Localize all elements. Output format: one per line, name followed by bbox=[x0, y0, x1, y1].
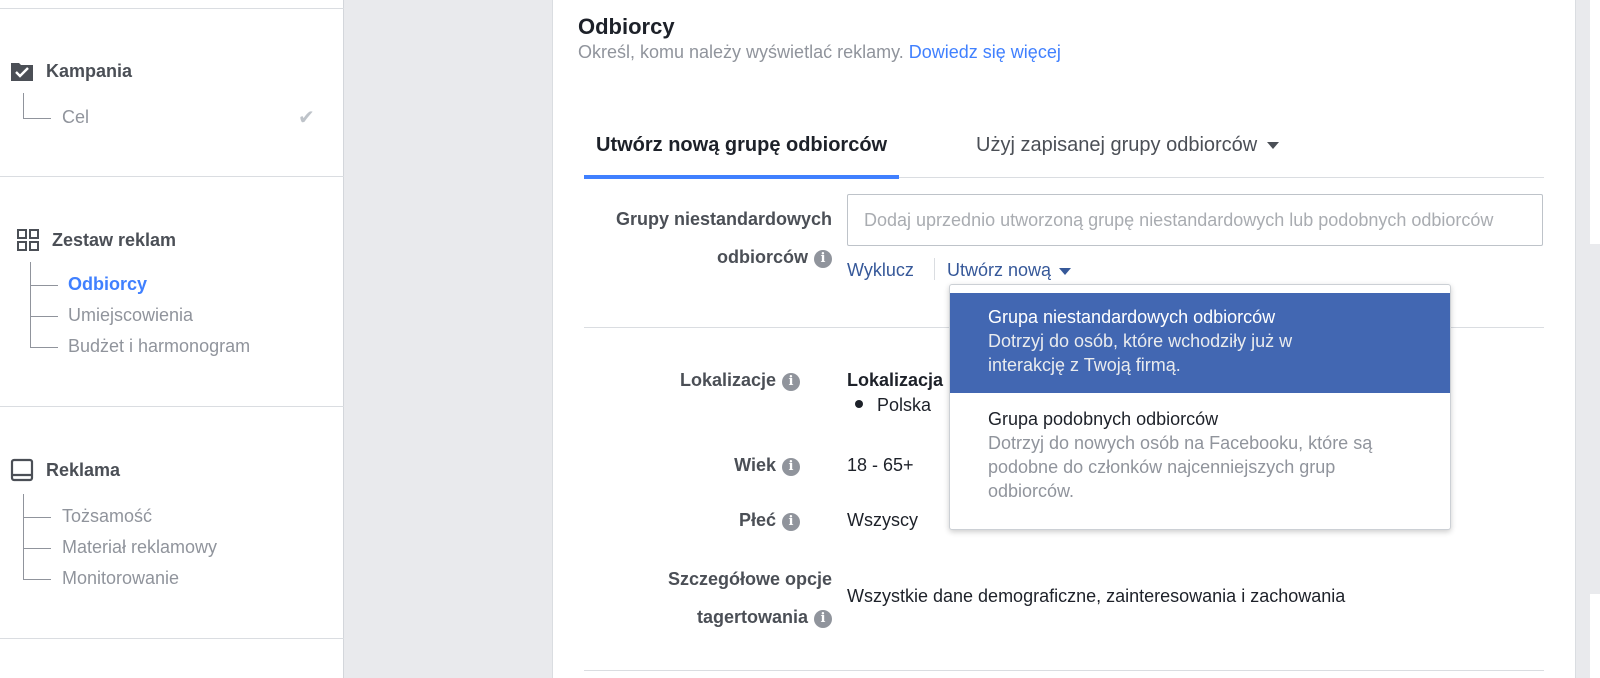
menu-item-custom-audience[interactable]: Grupa niestandardowych odbiorców Dotrzyj… bbox=[950, 293, 1450, 393]
label-line: tagertowania i bbox=[668, 598, 832, 636]
sidebar-item-odbiorcy[interactable]: Odbiorcy bbox=[68, 274, 147, 295]
caret-down-icon bbox=[1267, 142, 1280, 150]
locations-heading: Lokalizacja bbox=[847, 370, 944, 390]
section-title: Odbiorcy bbox=[578, 14, 675, 39]
tree-line bbox=[23, 93, 24, 118]
location-value: Polska bbox=[877, 395, 932, 415]
audience-tabs: Utwórz nową grupę odbiorców Użyj zapisan… bbox=[583, 130, 1544, 179]
tree-line bbox=[30, 347, 58, 348]
sidebar-section-label: Reklama bbox=[46, 459, 121, 480]
divider bbox=[0, 176, 344, 177]
sidebar-section-ad[interactable]: Reklama bbox=[10, 458, 120, 482]
sidebar-section-adset[interactable]: Zestaw reklam bbox=[16, 228, 176, 252]
tablet-icon bbox=[10, 458, 34, 482]
divider bbox=[0, 638, 344, 639]
menu-item-desc: interakcję z Twoją firmą. bbox=[988, 355, 1181, 375]
locations-label: Lokalizacje i bbox=[680, 370, 800, 391]
tree-line bbox=[23, 118, 51, 119]
sidebar-item-budzet[interactable]: Budżet i harmonogram bbox=[68, 336, 250, 357]
sidebar-item-umiejscowienia[interactable]: Umiejscowienia bbox=[68, 305, 193, 326]
tab-create-new-audience[interactable]: Utwórz nową grupę odbiorców bbox=[583, 130, 900, 179]
sidebar-section-label: Zestaw reklam bbox=[52, 229, 177, 250]
menu-item-desc: Dotrzyj do nowych osób na Facebooku, któ… bbox=[988, 433, 1373, 453]
sidebar-section-campaign[interactable]: Kampania bbox=[10, 59, 132, 83]
divider bbox=[0, 406, 344, 407]
custom-audience-search-input[interactable] bbox=[847, 194, 1543, 246]
tree-line bbox=[23, 548, 51, 549]
tree-line bbox=[23, 579, 51, 580]
location-item: Polska bbox=[855, 395, 931, 416]
info-icon[interactable]: i bbox=[814, 610, 832, 628]
create-new-menu: Grupa niestandardowych odbiorców Dotrzyj… bbox=[949, 284, 1451, 530]
menu-item-desc: odbiorców. bbox=[988, 481, 1075, 501]
grid-icon bbox=[16, 228, 40, 252]
sidebar-nav: Kampania Cel ✔ Zestaw reklam Odbiorcy Um… bbox=[0, 0, 344, 678]
detailed-targeting-value: Wszystkie dane demograficzne, zaintereso… bbox=[847, 586, 1346, 606]
tree-line bbox=[23, 517, 51, 518]
tree-line bbox=[30, 262, 31, 347]
label-text: Wiek bbox=[734, 455, 776, 475]
create-new-dropdown[interactable]: Utwórz nową bbox=[947, 260, 1072, 281]
section-subtitle: Określ, komu należy wyświetlać reklamy. … bbox=[578, 42, 1061, 63]
detailed-targeting-label: Szczegółowe opcje tagertowania i bbox=[668, 560, 832, 636]
age-label: Wiek i bbox=[734, 455, 800, 476]
tree-line bbox=[30, 285, 58, 286]
divider bbox=[0, 8, 344, 9]
menu-item-desc: Dotrzyj do osób, które wchodziły już w bbox=[988, 331, 1293, 351]
panel-edge bbox=[1590, 594, 1600, 678]
caret-down-icon bbox=[1059, 267, 1072, 275]
bullet bbox=[855, 400, 863, 408]
info-icon[interactable]: i bbox=[782, 458, 800, 476]
menu-item-desc: podobne do członków najcenniejszych grup bbox=[988, 457, 1336, 477]
learn-more-link[interactable]: Dowiedz się więcej bbox=[909, 42, 1061, 62]
label-line: odbiorców i bbox=[616, 238, 832, 276]
tab-saved-audience[interactable]: Użyj zapisanej grupy odbiorców bbox=[976, 130, 1280, 178]
tree-line bbox=[23, 494, 24, 579]
exclude-link[interactable]: Wyklucz bbox=[847, 260, 914, 281]
menu-item-lookalike-audience[interactable]: Grupa podobnych odbiorców Dotrzyj do now… bbox=[950, 393, 1450, 513]
sidebar-section-label: Kampania bbox=[46, 60, 133, 81]
sidebar-item-monitorowanie[interactable]: Monitorowanie bbox=[62, 568, 179, 589]
label-text: Lokalizacje bbox=[679, 370, 776, 390]
divider bbox=[934, 258, 935, 280]
folder-check-icon bbox=[10, 59, 34, 83]
info-icon[interactable]: i bbox=[814, 250, 832, 268]
custom-audiences-label: Grupy niestandardowych odbiorców i bbox=[616, 200, 832, 276]
check-icon: ✔ bbox=[298, 107, 315, 129]
sidebar-item-material[interactable]: Materiał reklamowy bbox=[62, 537, 217, 558]
tab-label: Użyj zapisanej grupy odbiorców bbox=[976, 134, 1258, 156]
label-text: odbiorców bbox=[717, 247, 808, 267]
age-value: 18 - 65+ bbox=[847, 455, 914, 475]
panel-edge bbox=[1590, 0, 1600, 244]
create-new-label: Utwórz nową bbox=[947, 260, 1052, 280]
gender-label: Płeć i bbox=[739, 510, 800, 531]
gender-value: Wszyscy bbox=[847, 510, 918, 530]
label-line: Grupy niestandardowych bbox=[615, 209, 832, 229]
label-text: Płeć bbox=[738, 510, 776, 530]
label-text: tagertowania bbox=[696, 607, 808, 627]
label-line: Szczegółowe opcje bbox=[667, 569, 832, 589]
tree-line bbox=[30, 316, 58, 317]
menu-item-title: Grupa niestandardowych odbiorców bbox=[988, 307, 1276, 327]
info-icon[interactable]: i bbox=[782, 373, 800, 391]
sidebar-item-tozsamosc[interactable]: Tożsamość bbox=[62, 506, 152, 527]
subtitle-text: Określ, komu należy wyświetlać reklamy. bbox=[578, 42, 904, 62]
info-icon[interactable]: i bbox=[782, 513, 800, 531]
divider bbox=[584, 670, 1544, 671]
sidebar-item-cel[interactable]: Cel bbox=[62, 107, 89, 128]
menu-item-title: Grupa podobnych odbiorców bbox=[988, 409, 1219, 429]
